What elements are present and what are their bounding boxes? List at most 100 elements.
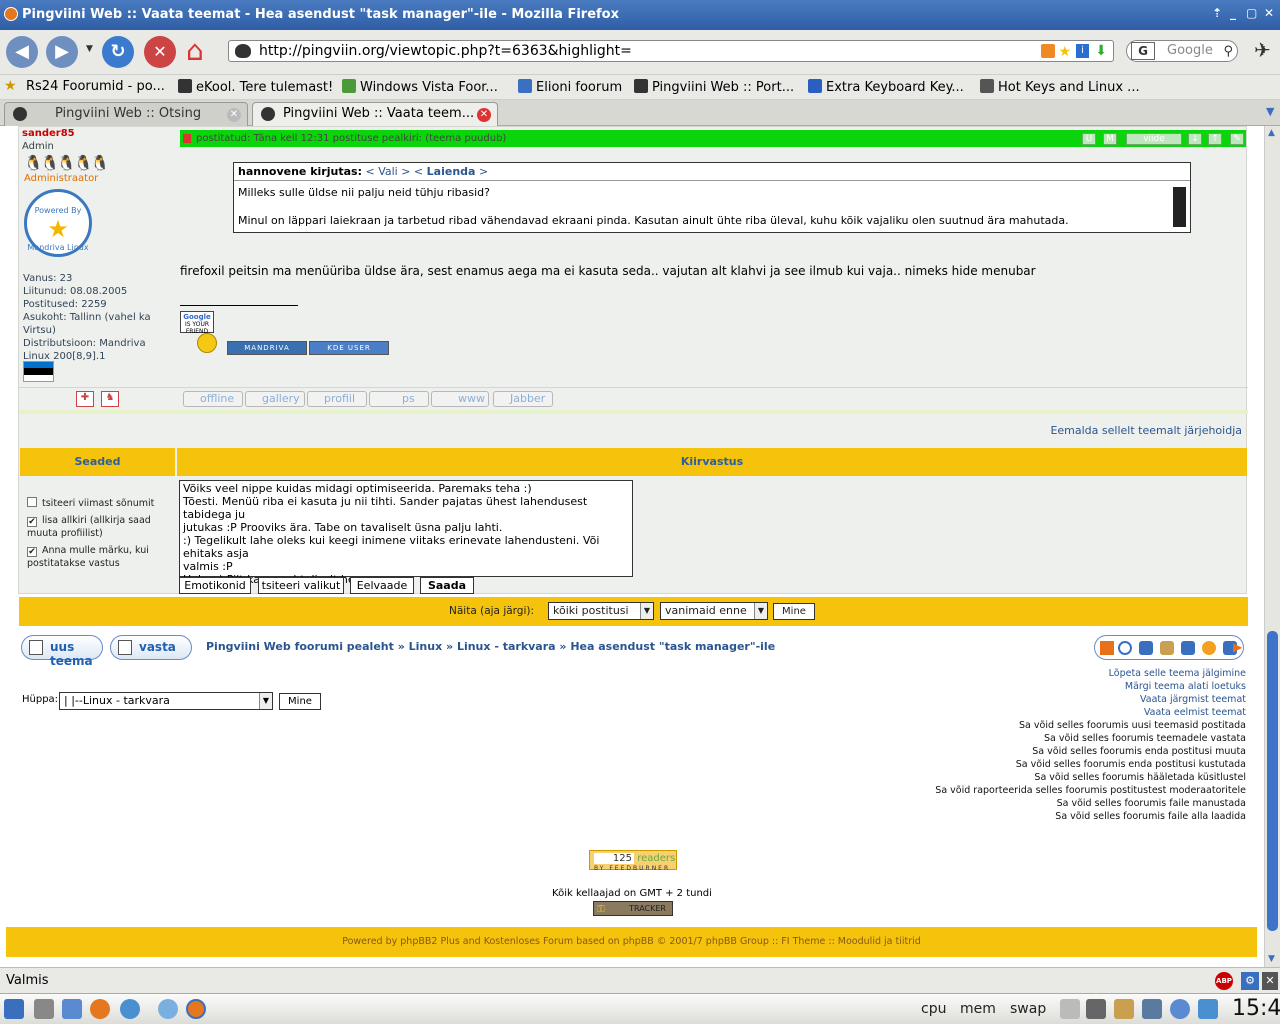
close-tab-icon[interactable]: ✕ [477,108,491,122]
tracker-badge[interactable]: ⚿ TRACKER [593,901,673,916]
network-icon[interactable] [1142,999,1162,1019]
window-close-icon[interactable]: ✕ [1264,6,1274,20]
kde-menu-icon[interactable] [4,999,24,1019]
page-scrollbar[interactable]: ▲ ▼ [1264,126,1280,967]
tab-otsing[interactable]: Pingviini Web :: Otsing ✕ [4,102,248,126]
close-tab-icon[interactable]: ✕ [227,108,241,122]
camera-icon[interactable] [1086,999,1106,1019]
window-title: Pingviini Web :: Vaata teemat - Hea asen… [22,7,619,22]
tab-vaata-teemat[interactable]: Pingviini Web :: Vaata teem... ✕ [252,102,498,126]
author-role: Administraator [24,173,99,184]
quote-button[interactable]: viide [1126,133,1182,145]
user-status-icon[interactable] [1170,999,1190,1019]
add-signature-checkbox[interactable]: ✔ [27,517,37,527]
print-icon[interactable] [1160,641,1174,655]
google-engine-icon[interactable]: G [1131,42,1155,60]
back-icon[interactable]: ◀ [6,36,38,68]
users-icon[interactable] [158,999,178,1019]
move-up-icon[interactable]: ↑ [1208,133,1222,145]
feedburner-readers-badge[interactable]: 125 readers BY FEEDBURNER [589,850,677,872]
cow-icon[interactable]: ♞ [101,391,119,407]
offline-button[interactable]: offline [183,391,243,407]
show-label: Näita (aja järgi): [449,605,535,617]
info-icon[interactable]: i [1076,44,1089,58]
firefox-task-icon[interactable] [186,999,206,1019]
drive-icon[interactable] [1060,999,1080,1019]
remove-bookmark-link[interactable]: Eemalda sellelt teemalt järjehoidja [1050,424,1242,437]
jump-select[interactable]: | |--Linux - tarkvara ▼ [59,692,273,710]
url-bar[interactable]: http://pingviin.org/viewtopic.php?t=6363… [228,40,1114,62]
bookmark-item[interactable]: Rs24 Foorumid - po... [26,79,165,94]
kopete-icon[interactable] [120,999,140,1019]
bookmark-item[interactable]: Hot Keys and Linux ... [980,79,1140,95]
gallery-button[interactable]: gallery [245,391,305,407]
chevron-down-icon: ▼ [259,693,272,709]
notify-reply-checkbox[interactable]: ✔ [27,547,37,557]
search-magnifier-icon[interactable]: ⚲ [1223,42,1233,62]
bookmark-item[interactable]: Elioni foorum [518,79,622,95]
quote-scrollbar[interactable] [1173,187,1186,227]
bookmark-item[interactable]: Pingviini Web :: Port... [634,79,794,95]
preview-button[interactable]: Eelvaade [350,577,414,594]
bookmark-item[interactable]: Windows Vista Foor... [342,79,498,95]
email-icon[interactable] [1181,641,1195,655]
jump-go-button[interactable]: Mine [279,693,321,710]
desktop-icon[interactable] [62,999,82,1019]
firefox-launcher-icon[interactable] [90,999,110,1019]
emoticons-button[interactable]: Emotikonid [179,577,251,594]
reload-icon[interactable]: ↻ [102,36,134,68]
window-maximize-up-icon[interactable]: ⇡ [1212,6,1222,20]
history-dropdown-icon[interactable]: ▼ [86,44,93,54]
tab-list-icon[interactable]: ▼ [1266,105,1274,118]
bookmark-star-icon[interactable]: ★ [1058,42,1071,62]
stop-icon[interactable]: ✕ [144,36,176,68]
profile-button[interactable]: profiil [307,391,367,407]
scroll-down-icon[interactable]: ▼ [1268,954,1275,964]
wifi-icon[interactable] [1198,999,1218,1019]
forward-icon[interactable]: ▶ [46,36,78,68]
trash-icon[interactable] [34,999,54,1019]
quote-expand-link[interactable]: Laienda [427,165,476,178]
post-author-name[interactable]: sander85 [22,128,75,139]
home-icon[interactable]: ⌂ [186,34,204,67]
go-button[interactable]: Mine [773,603,815,620]
adblock-icon[interactable]: ABP [1215,972,1233,990]
bookmark-item[interactable]: eKool. Tere tulemast! [178,79,333,95]
addon-icon[interactable]: ⚙ [1241,972,1259,990]
quick-reply-textarea[interactable]: Võiks veel nippe kuidas midagi optimisee… [179,480,633,586]
search-input[interactable]: G Google ⚲ [1126,40,1238,62]
new-topic-button[interactable]: uus teema [21,635,103,668]
reply-button[interactable]: vasta [110,635,192,660]
report-icon[interactable]: ✚ [76,391,94,407]
post-author-profile: sander85 Admin 🐧🐧🐧🐧🐧 Administraator Powe… [19,127,176,387]
window-minimize-icon[interactable]: _ [1230,6,1236,20]
download-arrow-icon[interactable]: ⬇ [1095,41,1107,61]
move-down-icon[interactable]: ↓ [1188,133,1202,145]
quote-last-checkbox[interactable] [27,497,37,507]
next-arrow-icon[interactable]: ▶ [1233,640,1242,654]
previous-arrow-icon[interactable] [1100,641,1114,655]
message-button[interactable]: M [1103,133,1117,145]
status-close-icon[interactable]: ✕ [1262,972,1278,990]
bookmarks-star-icon[interactable]: ★ [4,78,17,94]
clock-icon[interactable] [1202,641,1216,655]
window-restore-icon[interactable]: ▢ [1246,6,1257,20]
breadcrumb[interactable]: Pingviini Web foorumi pealeht » Linux » … [206,640,775,653]
private-message-button[interactable]: ps [369,391,429,407]
quote-selection-button[interactable]: tsiteeri valikut [258,577,344,594]
jabber-button[interactable]: Jabber [493,391,553,407]
clipboard-icon[interactable] [1114,999,1134,1019]
rss-feed-icon[interactable] [1041,44,1055,58]
order-select[interactable]: vanimaid enne ▼ [660,602,768,620]
bookmark-item[interactable]: Extra Keyboard Key... [808,79,964,95]
save-icon[interactable] [1139,641,1153,655]
scroll-up-icon[interactable]: ▲ [1268,128,1275,138]
watch-icon[interactable] [1118,641,1132,655]
scrollbar-thumb[interactable] [1267,631,1278,931]
user-button[interactable]: U [1082,133,1096,145]
quote-select-link[interactable]: Vali [378,165,398,178]
filter-select[interactable]: kõiki postitusi ▼ [548,602,654,620]
send-button[interactable]: Saada [420,577,474,594]
edit-icon[interactable]: ✎ [1230,133,1244,145]
www-button[interactable]: www [431,391,489,407]
